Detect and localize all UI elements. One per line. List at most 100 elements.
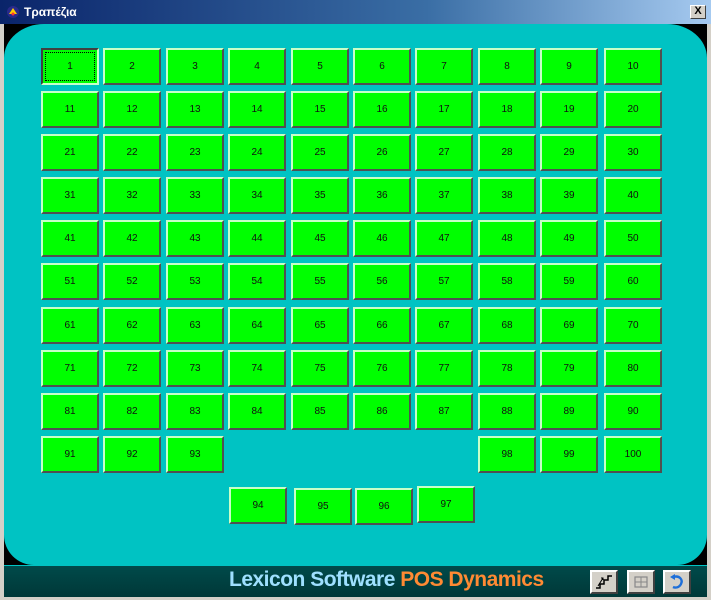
table-button-21[interactable]: 21: [41, 134, 99, 171]
table-button-63[interactable]: 63: [166, 307, 224, 344]
table-button-73[interactable]: 73: [166, 350, 224, 387]
table-button-78[interactable]: 78: [478, 350, 536, 387]
table-button-11[interactable]: 11: [41, 91, 99, 128]
table-button-24[interactable]: 24: [228, 134, 286, 171]
table-button-20[interactable]: 20: [604, 91, 662, 128]
table-button-71[interactable]: 71: [41, 350, 99, 387]
table-button-48[interactable]: 48: [478, 220, 536, 257]
table-button-67[interactable]: 67: [415, 307, 473, 344]
table-button-97[interactable]: 97: [417, 486, 475, 523]
back-button[interactable]: [663, 570, 691, 594]
table-button-87[interactable]: 87: [415, 393, 473, 430]
table-button-38[interactable]: 38: [478, 177, 536, 214]
table-button-74[interactable]: 74: [228, 350, 286, 387]
table-button-72[interactable]: 72: [103, 350, 161, 387]
table-button-66[interactable]: 66: [353, 307, 411, 344]
table-button-15[interactable]: 15: [291, 91, 349, 128]
table-button-100[interactable]: 100: [604, 436, 662, 473]
table-button-7[interactable]: 7: [415, 48, 473, 85]
table-button-59[interactable]: 59: [540, 263, 598, 300]
table-button-13[interactable]: 13: [166, 91, 224, 128]
table-button-47[interactable]: 47: [415, 220, 473, 257]
table-button-51[interactable]: 51: [41, 263, 99, 300]
table-button-68[interactable]: 68: [478, 307, 536, 344]
table-button-84[interactable]: 84: [228, 393, 286, 430]
table-button-10[interactable]: 10: [604, 48, 662, 85]
table-button-86[interactable]: 86: [353, 393, 411, 430]
table-button-39[interactable]: 39: [540, 177, 598, 214]
table-button-37[interactable]: 37: [415, 177, 473, 214]
table-button-25[interactable]: 25: [291, 134, 349, 171]
table-button-61[interactable]: 61: [41, 307, 99, 344]
table-button-33[interactable]: 33: [166, 177, 224, 214]
title-bar[interactable]: Τραπέζια X: [0, 0, 711, 24]
table-button-81[interactable]: 81: [41, 393, 99, 430]
table-button-30[interactable]: 30: [604, 134, 662, 171]
table-button-85[interactable]: 85: [291, 393, 349, 430]
table-button-16[interactable]: 16: [353, 91, 411, 128]
floor-button[interactable]: [590, 570, 618, 594]
table-button-76[interactable]: 76: [353, 350, 411, 387]
table-button-19[interactable]: 19: [540, 91, 598, 128]
table-button-99[interactable]: 99: [540, 436, 598, 473]
table-button-3[interactable]: 3: [166, 48, 224, 85]
table-button-54[interactable]: 54: [228, 263, 286, 300]
table-button-17[interactable]: 17: [415, 91, 473, 128]
table-button-27[interactable]: 27: [415, 134, 473, 171]
table-button-43[interactable]: 43: [166, 220, 224, 257]
table-button-55[interactable]: 55: [291, 263, 349, 300]
table-button-40[interactable]: 40: [604, 177, 662, 214]
table-button-52[interactable]: 52: [103, 263, 161, 300]
table-button-62[interactable]: 62: [103, 307, 161, 344]
table-button-92[interactable]: 92: [103, 436, 161, 473]
table-button-95[interactable]: 95: [294, 488, 352, 525]
table-button-75[interactable]: 75: [291, 350, 349, 387]
table-button-28[interactable]: 28: [478, 134, 536, 171]
table-button-57[interactable]: 57: [415, 263, 473, 300]
table-button-26[interactable]: 26: [353, 134, 411, 171]
table-button-91[interactable]: 91: [41, 436, 99, 473]
table-button-89[interactable]: 89: [540, 393, 598, 430]
table-button-53[interactable]: 53: [166, 263, 224, 300]
table-layout-button[interactable]: [627, 570, 655, 594]
table-button-31[interactable]: 31: [41, 177, 99, 214]
table-button-93[interactable]: 93: [166, 436, 224, 473]
table-button-96[interactable]: 96: [355, 488, 413, 525]
table-button-50[interactable]: 50: [604, 220, 662, 257]
table-button-79[interactable]: 79: [540, 350, 598, 387]
table-button-88[interactable]: 88: [478, 393, 536, 430]
table-button-94[interactable]: 94: [229, 487, 287, 524]
table-button-77[interactable]: 77: [415, 350, 473, 387]
table-button-45[interactable]: 45: [291, 220, 349, 257]
table-button-4[interactable]: 4: [228, 48, 286, 85]
table-button-44[interactable]: 44: [228, 220, 286, 257]
table-button-29[interactable]: 29: [540, 134, 598, 171]
table-button-1[interactable]: 1: [41, 48, 99, 85]
table-button-34[interactable]: 34: [228, 177, 286, 214]
table-button-5[interactable]: 5: [291, 48, 349, 85]
table-button-9[interactable]: 9: [540, 48, 598, 85]
table-button-90[interactable]: 90: [604, 393, 662, 430]
table-button-22[interactable]: 22: [103, 134, 161, 171]
table-button-23[interactable]: 23: [166, 134, 224, 171]
table-button-60[interactable]: 60: [604, 263, 662, 300]
table-button-6[interactable]: 6: [353, 48, 411, 85]
table-button-80[interactable]: 80: [604, 350, 662, 387]
table-button-83[interactable]: 83: [166, 393, 224, 430]
table-button-36[interactable]: 36: [353, 177, 411, 214]
table-button-35[interactable]: 35: [291, 177, 349, 214]
table-button-98[interactable]: 98: [478, 436, 536, 473]
table-button-56[interactable]: 56: [353, 263, 411, 300]
table-button-49[interactable]: 49: [540, 220, 598, 257]
table-button-58[interactable]: 58: [478, 263, 536, 300]
table-button-69[interactable]: 69: [540, 307, 598, 344]
table-button-14[interactable]: 14: [228, 91, 286, 128]
table-button-82[interactable]: 82: [103, 393, 161, 430]
table-button-42[interactable]: 42: [103, 220, 161, 257]
table-button-41[interactable]: 41: [41, 220, 99, 257]
table-button-2[interactable]: 2: [103, 48, 161, 85]
close-button[interactable]: X: [690, 5, 706, 19]
table-button-12[interactable]: 12: [103, 91, 161, 128]
table-button-65[interactable]: 65: [291, 307, 349, 344]
table-button-64[interactable]: 64: [228, 307, 286, 344]
